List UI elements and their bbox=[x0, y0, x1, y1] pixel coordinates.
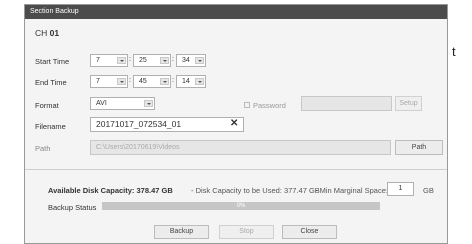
format-value: AVI bbox=[96, 100, 107, 107]
filename-value: 20171017_072534_01 bbox=[96, 119, 182, 129]
backup-progress-text: 0% bbox=[236, 203, 246, 209]
chevron-down-icon[interactable] bbox=[117, 78, 126, 85]
capacity-to-be-used: - Disk Capacity to be Used: 377.47 GB bbox=[191, 186, 320, 195]
time-colon: : bbox=[129, 77, 131, 84]
setup-button[interactable]: Setup bbox=[395, 96, 422, 111]
start-hour-value: 7 bbox=[96, 57, 100, 64]
end-hour-value: 7 bbox=[96, 78, 100, 85]
end-time-label: End Time bbox=[35, 78, 67, 87]
time-colon: : bbox=[172, 56, 174, 63]
section-divider bbox=[25, 169, 447, 170]
start-time-label: Start Time bbox=[35, 57, 70, 66]
password-input[interactable] bbox=[301, 96, 392, 111]
start-second-value: 34 bbox=[182, 57, 190, 64]
path-button[interactable]: Path bbox=[395, 140, 443, 155]
chevron-down-icon[interactable] bbox=[195, 57, 204, 64]
time-colon: : bbox=[129, 56, 131, 63]
min-marginal-space-input[interactable]: 1 bbox=[387, 182, 414, 196]
chevron-down-icon[interactable] bbox=[144, 100, 153, 107]
capacity-unit: GB bbox=[423, 186, 434, 195]
chevron-down-icon[interactable] bbox=[160, 78, 169, 85]
path-input: C:\Users\20170619\Videos bbox=[90, 140, 391, 155]
clear-icon[interactable]: ✕ bbox=[230, 117, 238, 130]
channel-number: 01 bbox=[49, 28, 60, 38]
backup-progress-bar: 0% bbox=[102, 202, 380, 210]
filename-label: Filename bbox=[35, 122, 66, 131]
time-colon: : bbox=[172, 77, 174, 84]
backup-status-label: Backup Status bbox=[48, 203, 97, 212]
format-label: Format bbox=[35, 101, 59, 110]
stop-button[interactable]: Stop bbox=[219, 225, 274, 239]
end-hour-select[interactable]: 7 bbox=[90, 75, 128, 88]
password-label: Password bbox=[253, 101, 286, 110]
end-minute-value: 45 bbox=[139, 78, 147, 85]
chevron-down-icon[interactable] bbox=[160, 57, 169, 64]
chevron-down-icon[interactable] bbox=[195, 78, 204, 85]
available-capacity: Available Disk Capacity: 378.47 GB bbox=[48, 186, 173, 195]
password-checkbox[interactable] bbox=[244, 102, 250, 108]
start-minute-select[interactable]: 25 bbox=[133, 54, 171, 67]
end-minute-select[interactable]: 45 bbox=[133, 75, 171, 88]
format-select[interactable]: AVI bbox=[90, 97, 155, 110]
end-second-select[interactable]: 14 bbox=[176, 75, 206, 88]
start-minute-value: 25 bbox=[139, 57, 147, 64]
section-backup-dialog: Section Backup CH 01 Start Time 7 : 25 :… bbox=[24, 4, 448, 244]
start-hour-select[interactable]: 7 bbox=[90, 54, 128, 67]
channel-label: CH 01 bbox=[35, 28, 59, 38]
chevron-down-icon[interactable] bbox=[117, 57, 126, 64]
start-second-select[interactable]: 34 bbox=[176, 54, 206, 67]
path-label: Path bbox=[35, 144, 51, 153]
min-marginal-space-label: - Min Marginal Space: bbox=[315, 186, 388, 195]
backup-button[interactable]: Backup bbox=[154, 225, 209, 239]
filename-input[interactable]: 20171017_072534_01 ✕ bbox=[90, 117, 244, 132]
background-window-text: t bbox=[452, 44, 456, 59]
end-second-value: 14 bbox=[182, 78, 190, 85]
channel-prefix: CH bbox=[35, 28, 48, 38]
close-button[interactable]: Close bbox=[282, 225, 337, 239]
dialog-title: Section Backup bbox=[25, 5, 447, 19]
